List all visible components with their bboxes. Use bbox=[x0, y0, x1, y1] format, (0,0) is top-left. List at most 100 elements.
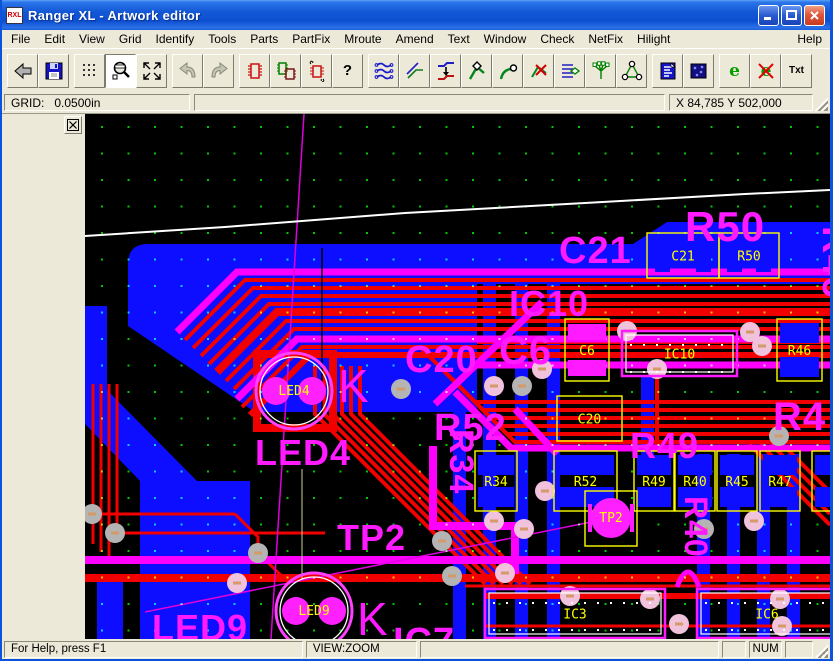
via-pink[interactable] bbox=[770, 589, 790, 609]
component-ref-label: IC3 bbox=[563, 608, 586, 623]
component-swap-button[interactable] bbox=[301, 54, 332, 88]
close-button[interactable] bbox=[804, 5, 825, 26]
resize-grip[interactable] bbox=[815, 641, 828, 658]
via-pink[interactable] bbox=[752, 336, 772, 356]
silkscreen-label-r50[interactable]: R50 bbox=[685, 203, 765, 250]
component-ref-label: R52 bbox=[574, 475, 597, 490]
pcb-artwork[interactable]: C21R50C6R46C20R34R52R49R40R45R47IC10IC3I… bbox=[85, 114, 830, 639]
grid-dots-button[interactable] bbox=[74, 54, 105, 88]
via-gray[interactable] bbox=[442, 566, 462, 586]
redo-button[interactable] bbox=[203, 54, 234, 88]
menu-item-identify[interactable]: Identify bbox=[149, 31, 202, 47]
menu-item-text[interactable]: Text bbox=[441, 31, 477, 47]
silkscreen-label-r40[interactable]: R40 bbox=[678, 496, 714, 558]
via-gray[interactable] bbox=[248, 543, 268, 563]
zoom-button[interactable] bbox=[105, 54, 136, 88]
mitre-route-button[interactable] bbox=[399, 54, 430, 88]
via-pink[interactable] bbox=[514, 519, 534, 539]
silkscreen-label-led4[interactable]: LED4 bbox=[255, 432, 351, 473]
silkscreen-label-r49[interactable]: R49 bbox=[630, 425, 699, 466]
silkscreen-label-c20[interactable]: C20 bbox=[405, 339, 478, 381]
via-pink[interactable] bbox=[484, 511, 504, 531]
back-button[interactable] bbox=[7, 54, 38, 88]
menu-item-help[interactable]: Help bbox=[789, 31, 830, 47]
components-pair-button[interactable] bbox=[270, 54, 301, 88]
main-area: C21R50C6R46C20R34R52R49R40R45R47IC10IC3I… bbox=[2, 113, 830, 639]
fit-view-button[interactable] bbox=[136, 54, 167, 88]
component-ref-label: R34 bbox=[484, 475, 508, 490]
status-bar: For Help, press F1 VIEW:ZOOM NUM bbox=[2, 639, 830, 659]
menu-item-parts[interactable]: Parts bbox=[243, 31, 285, 47]
save-button[interactable] bbox=[38, 54, 69, 88]
menu-item-view[interactable]: View bbox=[72, 31, 112, 47]
layer-swap-button[interactable] bbox=[430, 54, 461, 88]
panel-close-button[interactable] bbox=[64, 116, 82, 134]
routes-button[interactable] bbox=[368, 54, 399, 88]
menu-item-check[interactable]: Check bbox=[533, 31, 581, 47]
fill-block-button[interactable] bbox=[683, 54, 714, 88]
status-help-text: For Help, press F1 bbox=[4, 641, 303, 658]
via-pink[interactable] bbox=[227, 573, 247, 593]
via-gray[interactable] bbox=[105, 523, 125, 543]
menu-item-tools[interactable]: Tools bbox=[201, 31, 243, 47]
component-ref-label: TP2 bbox=[599, 511, 622, 526]
via-pink[interactable] bbox=[495, 563, 515, 583]
menu-item-mroute[interactable]: Mroute bbox=[337, 31, 388, 47]
component-ref-label: C20 bbox=[578, 413, 601, 428]
via-gray[interactable] bbox=[432, 531, 452, 551]
menu-item-grid[interactable]: Grid bbox=[112, 31, 149, 47]
menu-bar: FileEditViewGridIdentifyToolsPartsPartFi… bbox=[2, 30, 830, 48]
pcb-canvas[interactable]: C21R50C6R46C20R34R52R49R40R45R47IC10IC3I… bbox=[85, 114, 830, 639]
toolbar: ? e e Txt bbox=[2, 48, 830, 92]
component-button[interactable] bbox=[239, 54, 270, 88]
component-ref-label: R50 bbox=[737, 250, 760, 265]
menu-item-file[interactable]: File bbox=[4, 31, 37, 47]
grid-bar-spacer-panel bbox=[194, 94, 665, 111]
net-topology-button[interactable] bbox=[616, 54, 647, 88]
status-small-panel-2 bbox=[785, 641, 813, 658]
silkscreen-label-ic7[interactable]: IC7 bbox=[393, 621, 455, 639]
menu-item-amend[interactable]: Amend bbox=[389, 31, 441, 47]
silkscreen-label-c21[interactable]: C21 bbox=[559, 230, 632, 272]
help-button[interactable]: ? bbox=[332, 54, 363, 88]
title-bar[interactable]: RXL Ranger XL - Artwork editor bbox=[2, 0, 830, 30]
maximize-button[interactable] bbox=[781, 5, 802, 26]
etch-on-button[interactable]: e bbox=[719, 54, 750, 88]
close-icon bbox=[67, 119, 79, 131]
route-corner-button[interactable] bbox=[461, 54, 492, 88]
netlist-button[interactable] bbox=[554, 54, 585, 88]
text-tool-button[interactable]: Txt bbox=[781, 54, 812, 88]
route-curve-button[interactable] bbox=[492, 54, 523, 88]
via-pink[interactable] bbox=[484, 376, 504, 396]
component-ref-label: IC10 bbox=[664, 348, 695, 363]
menu-item-edit[interactable]: Edit bbox=[37, 31, 72, 47]
silkscreen-label-tp2[interactable]: TP2 bbox=[337, 517, 406, 558]
menu-item-hilight[interactable]: Hilight bbox=[630, 31, 677, 47]
via-pink[interactable] bbox=[744, 511, 764, 531]
ratsnest-button[interactable] bbox=[585, 54, 616, 88]
silkscreen-label-led9[interactable]: LED9 bbox=[152, 607, 248, 639]
silkscreen-label-r4[interactable]: R4 bbox=[773, 395, 826, 439]
silkscreen-label-k[interactable]: K bbox=[338, 360, 369, 412]
via-pink[interactable] bbox=[669, 614, 689, 634]
menu-item-window[interactable]: Window bbox=[477, 31, 534, 47]
silkscreen-label-c6[interactable]: C6 bbox=[499, 329, 552, 373]
minimize-button[interactable] bbox=[758, 5, 779, 26]
undo-button[interactable] bbox=[172, 54, 203, 88]
menu-item-partfix[interactable]: PartFix bbox=[285, 31, 337, 47]
via-gray[interactable] bbox=[391, 379, 411, 399]
silkscreen-label-r34[interactable]: R34 bbox=[442, 429, 480, 494]
silkscreen-label-ic10[interactable]: IC10 bbox=[509, 283, 589, 324]
application-window: RXL Ranger XL - Artwork editor FileEditV… bbox=[0, 0, 833, 661]
status-spacer-panel bbox=[420, 641, 719, 658]
silkscreen-label-r46[interactable]: R46 bbox=[814, 226, 830, 299]
plot-button[interactable] bbox=[652, 54, 683, 88]
grid-value: 0.0500in bbox=[54, 96, 100, 110]
etch-off-button[interactable]: e bbox=[750, 54, 781, 88]
silkscreen-label-k[interactable]: K bbox=[357, 593, 388, 639]
menu-item-netfix[interactable]: NetFix bbox=[581, 31, 630, 47]
via-pink[interactable] bbox=[640, 589, 660, 609]
route-delete-button[interactable] bbox=[523, 54, 554, 88]
via-gray[interactable] bbox=[512, 376, 532, 396]
via-pink[interactable] bbox=[535, 481, 555, 501]
